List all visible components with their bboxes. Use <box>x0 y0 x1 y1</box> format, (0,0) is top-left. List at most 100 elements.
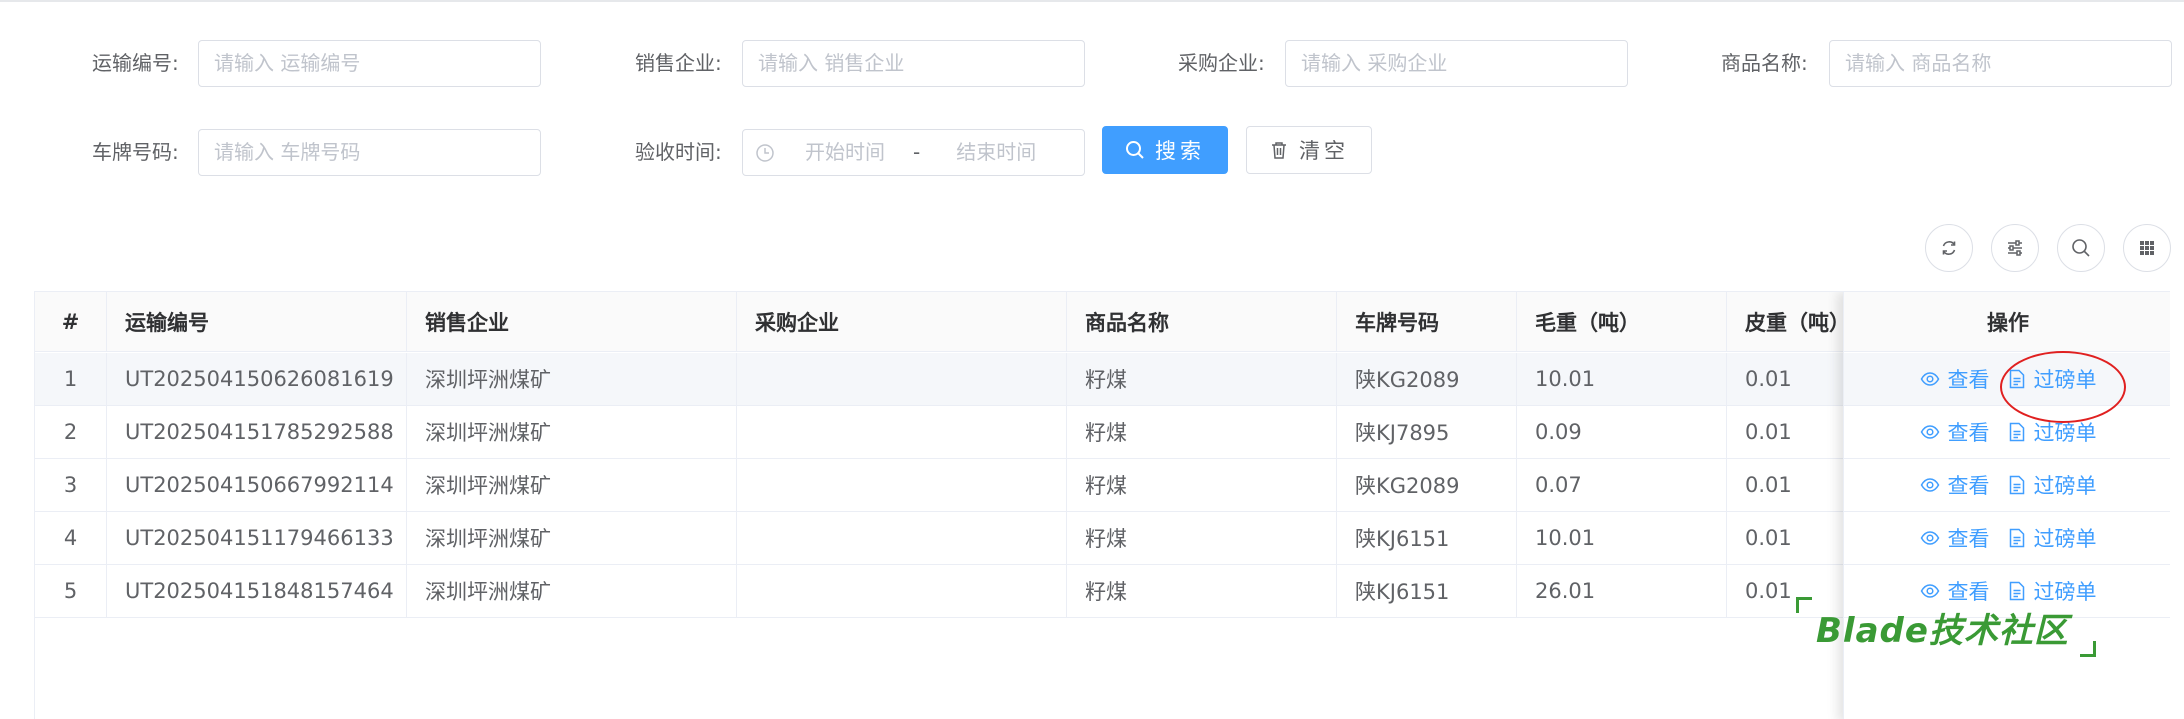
watermark-bracket-left <box>1796 597 1812 613</box>
view-link[interactable]: 查看 <box>1920 470 1990 500</box>
cell-transport-no: UT202504151848157464 <box>107 565 407 617</box>
cell-gross-weight: 0.09 <box>1517 406 1727 458</box>
cell-index: 1 <box>35 353 107 405</box>
clear-button-label: 清空 <box>1299 139 1349 163</box>
document-icon <box>2009 422 2024 442</box>
cell-plate: 陕KJ6151 <box>1337 512 1517 564</box>
refresh-button[interactable] <box>1925 224 1973 272</box>
eye-icon <box>1920 372 1939 386</box>
search-icon <box>2072 239 2090 257</box>
view-link[interactable]: 查看 <box>1920 417 1990 447</box>
trash-icon <box>1272 142 1286 159</box>
product-input[interactable]: 请输入 商品名称 <box>1829 40 2172 87</box>
watermark-bracket-right <box>2080 641 2096 657</box>
col-header-buyer: 采购企业 <box>737 292 1067 351</box>
label-plate: 车牌号码: <box>92 140 179 164</box>
cell-plate: 陕KJ7895 <box>1337 406 1517 458</box>
cell-plate: 陕KG2089 <box>1337 353 1517 405</box>
date-end-placeholder: 结束时间 <box>956 140 1037 164</box>
cell-gross-weight: 26.01 <box>1517 565 1727 617</box>
cell-gross-weight: 10.01 <box>1517 353 1727 405</box>
cell-buyer <box>737 565 1067 617</box>
cell-seller: 深圳坪洲煤矿 <box>407 512 737 564</box>
cell-transport-no: UT202504151179466133 <box>107 512 407 564</box>
view-link-label: 查看 <box>1947 368 1990 392</box>
view-link[interactable]: 查看 <box>1920 523 1990 553</box>
weigh-ticket-label: 过磅单 <box>2033 527 2097 551</box>
cell-seller: 深圳坪洲煤矿 <box>407 406 737 458</box>
cell-buyer <box>737 353 1067 405</box>
column-grid-icon <box>2140 241 2154 255</box>
cell-buyer <box>737 406 1067 458</box>
page-card: 运输编号: 请输入 运输编号 销售企业: 请输入 销售企业 采购企业: 请输入 … <box>0 0 2184 719</box>
cell-index: 4 <box>35 512 107 564</box>
cell-buyer <box>737 512 1067 564</box>
search-icon <box>1126 141 1144 159</box>
cell-product: 籽煤 <box>1067 565 1337 617</box>
label-transport-no: 运输编号: <box>92 51 179 75</box>
buyer-input[interactable]: 请输入 采购企业 <box>1285 40 1628 87</box>
table-row-actions: 查看 过磅单 <box>1844 406 2170 459</box>
weigh-ticket-link[interactable]: 过磅单 <box>2008 523 2097 553</box>
weigh-ticket-link[interactable]: 过磅单 <box>2008 470 2097 500</box>
col-header-transport-no: 运输编号 <box>107 292 407 351</box>
search-button[interactable]: 搜索 <box>1102 126 1228 174</box>
cell-plate: 陕KG2089 <box>1337 459 1517 511</box>
clock-icon <box>756 143 774 162</box>
seller-input[interactable]: 请输入 销售企业 <box>742 40 1085 87</box>
view-link-label: 查看 <box>1947 527 1990 551</box>
table-row-actions: 查看 过磅单 <box>1844 459 2170 512</box>
date-start-placeholder: 开始时间 <box>805 140 885 164</box>
view-link[interactable]: 查看 <box>1920 364 1990 394</box>
cell-gross-weight: 10.01 <box>1517 512 1727 564</box>
view-link-label: 查看 <box>1947 421 1990 445</box>
cell-product: 籽煤 <box>1067 353 1337 405</box>
refresh-icon <box>1942 241 1956 255</box>
cell-transport-no: UT202504150667992114 <box>107 459 407 511</box>
transport-no-input[interactable]: 请输入 运输编号 <box>198 40 541 87</box>
col-header-plate: 车牌号码 <box>1337 292 1517 351</box>
cell-index: 5 <box>35 565 107 617</box>
cell-plate: 陕KJ6151 <box>1337 565 1517 617</box>
document-icon <box>2009 475 2024 495</box>
filter-settings-icon <box>2008 240 2022 256</box>
cell-transport-no: UT202504150626081619 <box>107 353 407 405</box>
eye-icon <box>1920 531 1939 545</box>
col-header-product: 商品名称 <box>1067 292 1337 351</box>
cell-seller: 深圳坪洲煤矿 <box>407 565 737 617</box>
watermark: Blade技术社区 <box>1796 597 2096 657</box>
col-header-index: # <box>35 292 107 351</box>
label-product: 商品名称: <box>1721 51 1808 75</box>
cell-gross-weight: 0.07 <box>1517 459 1727 511</box>
eye-icon <box>1920 425 1939 439</box>
plate-input[interactable]: 请输入 车牌号码 <box>198 129 541 176</box>
col-header-gross-weight: 毛重（吨） <box>1517 292 1727 351</box>
cell-product: 籽煤 <box>1067 406 1337 458</box>
cell-transport-no: UT202504151785292588 <box>107 406 407 458</box>
label-seller: 销售企业: <box>635 51 722 75</box>
cell-seller: 深圳坪洲煤矿 <box>407 353 737 405</box>
col-header-actions: 操作 <box>1844 292 2170 352</box>
cell-product: 籽煤 <box>1067 512 1337 564</box>
cell-product: 籽煤 <box>1067 459 1337 511</box>
eye-icon <box>1920 478 1939 492</box>
column-settings-button[interactable] <box>2123 224 2171 272</box>
label-buyer: 采购企业: <box>1178 51 1265 75</box>
document-icon <box>2009 528 2024 548</box>
acceptance-date-range[interactable]: 开始时间 - 结束时间 <box>742 129 1085 176</box>
label-acceptance-time: 验收时间: <box>635 140 722 164</box>
filter-settings-button[interactable] <box>1991 224 2039 272</box>
weigh-ticket-label: 过磅单 <box>2033 474 2097 498</box>
col-header-seller: 销售企业 <box>407 292 737 351</box>
cell-seller: 深圳坪洲煤矿 <box>407 459 737 511</box>
cell-buyer <box>737 459 1067 511</box>
view-link-label: 查看 <box>1947 474 1990 498</box>
clear-button[interactable]: 清空 <box>1246 126 1372 174</box>
highlight-circle <box>2000 351 2126 423</box>
date-separator: - <box>913 140 921 164</box>
table-search-button[interactable] <box>2057 224 2105 272</box>
cell-index: 3 <box>35 459 107 511</box>
cell-index: 2 <box>35 406 107 458</box>
watermark-text: Blade技术社区 <box>1816 611 2069 651</box>
table-row-actions: 查看 过磅单 <box>1844 512 2170 565</box>
